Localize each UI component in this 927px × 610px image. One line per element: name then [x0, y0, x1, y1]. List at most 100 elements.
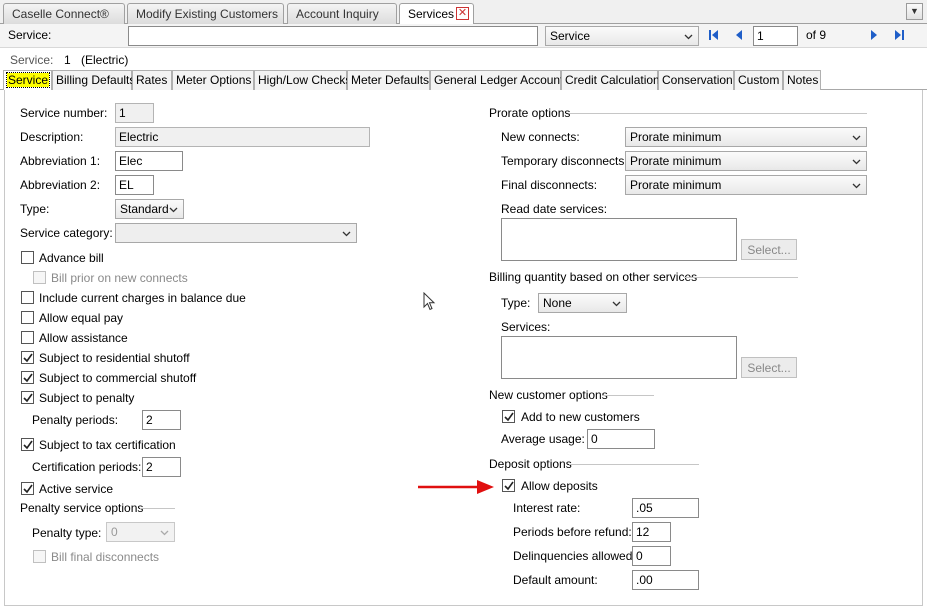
- advance-bill-checkbox[interactable]: [21, 251, 34, 264]
- subject-to-penalty-label: Subject to penalty: [39, 391, 135, 405]
- commercial-shutoff-label: Subject to commercial shutoff: [39, 371, 197, 385]
- allow-equal-pay-checkbox[interactable]: [21, 311, 34, 324]
- first-record-icon[interactable]: [706, 28, 722, 44]
- chevron-down-icon: [852, 183, 861, 189]
- certification-periods-field[interactable]: 2: [142, 457, 181, 477]
- abbreviation-1-label: Abbreviation 1:: [20, 154, 101, 168]
- residential-shutoff-label: Subject to residential shutoff: [39, 351, 190, 365]
- billing-quantity-type-value: None: [543, 296, 572, 310]
- final-disconnects-select[interactable]: Prorate minimum: [625, 175, 867, 195]
- tab-high-low-checks[interactable]: High/Low Checks: [254, 70, 351, 90]
- default-amount-field[interactable]: .00: [632, 570, 699, 590]
- allow-assistance-label: Allow assistance: [39, 331, 128, 345]
- checkmark-icon: [23, 393, 33, 403]
- tab-account-inquiry[interactable]: Account Inquiry: [287, 3, 397, 24]
- tab-meter-defaults[interactable]: Meter Defaults: [347, 70, 430, 90]
- description-field[interactable]: Electric: [115, 127, 370, 147]
- checkmark-icon: [23, 373, 33, 383]
- next-record-icon[interactable]: [866, 28, 882, 44]
- services-label: Services:: [501, 320, 551, 334]
- temporary-disconnects-select[interactable]: Prorate minimum: [625, 151, 867, 171]
- services-select-button[interactable]: Select...: [741, 357, 797, 378]
- group-divider: [684, 277, 798, 278]
- checkmark-icon: [23, 484, 33, 494]
- final-disconnects-label: Final disconnects:: [501, 178, 598, 192]
- interest-rate-field[interactable]: .05: [632, 498, 699, 518]
- include-current-charges-label: Include current charges in balance due: [39, 291, 246, 305]
- billing-quantity-type-label: Type:: [501, 296, 531, 310]
- checkmark-icon: [23, 353, 33, 363]
- tab-general-ledger-accounts[interactable]: General Ledger Accounts: [430, 70, 569, 90]
- new-customer-options-heading: New customer options: [489, 388, 608, 402]
- type-value: Standard: [120, 202, 169, 216]
- temporary-disconnects-label: Temporary disconnects:: [501, 154, 628, 168]
- last-record-icon[interactable]: [891, 28, 907, 44]
- add-to-new-customers-checkbox[interactable]: [502, 410, 515, 423]
- penalty-type-select[interactable]: 0: [106, 522, 175, 542]
- penalty-type-label: Penalty type:: [32, 526, 102, 540]
- document-tab-strip: Caselle Connect® Modify Existing Custome…: [0, 0, 927, 25]
- group-divider: [602, 395, 654, 396]
- tab-modify-existing-customers[interactable]: Modify Existing Customers: [127, 3, 284, 24]
- active-service-checkbox[interactable]: [21, 482, 34, 495]
- penalty-service-options-heading: Penalty service options: [20, 501, 144, 515]
- chevron-down-icon: [612, 301, 621, 307]
- abbreviation-2-field[interactable]: EL: [115, 175, 154, 195]
- bill-final-disconnects-label: Bill final disconnects: [51, 550, 160, 564]
- billing-quantity-heading: Billing quantity based on other services: [489, 270, 698, 284]
- new-connects-select[interactable]: Prorate minimum: [625, 127, 867, 147]
- subject-to-penalty-checkbox[interactable]: [21, 391, 34, 404]
- close-icon[interactable]: ✕: [456, 7, 469, 20]
- tab-services-label: Services: [408, 7, 455, 21]
- services-list[interactable]: [501, 336, 737, 379]
- tab-service[interactable]: Service: [3, 70, 52, 90]
- abbreviation-2-label: Abbreviation 2:: [20, 178, 101, 192]
- chevron-down-icon: [684, 34, 693, 40]
- previous-record-icon[interactable]: [731, 28, 747, 44]
- final-disconnects-value: Prorate minimum: [630, 178, 722, 192]
- tab-conservation[interactable]: Conservation: [658, 70, 734, 90]
- checkmark-icon: [23, 440, 33, 450]
- window-menu-icon[interactable]: ▼: [906, 3, 923, 20]
- allow-deposits-checkbox[interactable]: [502, 479, 515, 492]
- new-connects-label: New connects:: [501, 130, 580, 144]
- average-usage-field[interactable]: 0: [587, 429, 655, 449]
- active-service-label: Active service: [39, 482, 114, 496]
- allow-assistance-checkbox[interactable]: [21, 331, 34, 344]
- search-field-select[interactable]: Service: [545, 26, 699, 46]
- add-to-new-customers-label: Add to new customers: [521, 410, 640, 424]
- delinquencies-allowed-field[interactable]: 0: [632, 546, 671, 566]
- tab-notes[interactable]: Notes: [783, 70, 821, 90]
- service-info-number: 1: [64, 53, 71, 67]
- tab-caselle-connect[interactable]: Caselle Connect®: [3, 3, 125, 24]
- penalty-periods-field[interactable]: 2: [142, 410, 181, 430]
- tab-meter-options[interactable]: Meter Options: [172, 70, 254, 90]
- tab-services[interactable]: Services ✕: [399, 3, 474, 25]
- tab-credit-calculation[interactable]: Credit Calculation: [561, 70, 660, 90]
- tab-billing-defaults[interactable]: Billing Defaults: [52, 70, 135, 90]
- checkmark-icon: [504, 412, 514, 422]
- residential-shutoff-checkbox[interactable]: [21, 351, 34, 364]
- read-date-services-list[interactable]: [501, 218, 737, 261]
- read-date-select-button[interactable]: Select...: [741, 239, 797, 260]
- average-usage-label: Average usage:: [501, 432, 585, 446]
- include-current-charges-checkbox[interactable]: [21, 291, 34, 304]
- bill-prior-checkbox[interactable]: [33, 271, 46, 284]
- billing-quantity-type-select[interactable]: None: [538, 293, 627, 313]
- read-date-services-label: Read date services:: [501, 202, 608, 216]
- service-category-select[interactable]: [115, 223, 357, 243]
- bill-final-disconnects-checkbox[interactable]: [33, 550, 46, 563]
- tab-rates[interactable]: Rates: [132, 70, 172, 90]
- commercial-shutoff-checkbox[interactable]: [21, 371, 34, 384]
- tax-certification-checkbox[interactable]: [21, 438, 34, 451]
- periods-before-refund-field[interactable]: 12: [632, 522, 671, 542]
- delinquencies-allowed-label: Delinquencies allowed:: [513, 549, 636, 563]
- tab-custom[interactable]: Custom: [734, 70, 783, 90]
- abbreviation-1-field[interactable]: Elec: [115, 151, 183, 171]
- service-info-name: (Electric): [81, 53, 129, 67]
- type-select[interactable]: Standard: [115, 199, 184, 219]
- record-number-input[interactable]: 1: [753, 26, 798, 46]
- mouse-cursor-icon: [423, 292, 436, 311]
- chevron-down-icon: [852, 135, 861, 141]
- service-search-input[interactable]: [128, 26, 538, 46]
